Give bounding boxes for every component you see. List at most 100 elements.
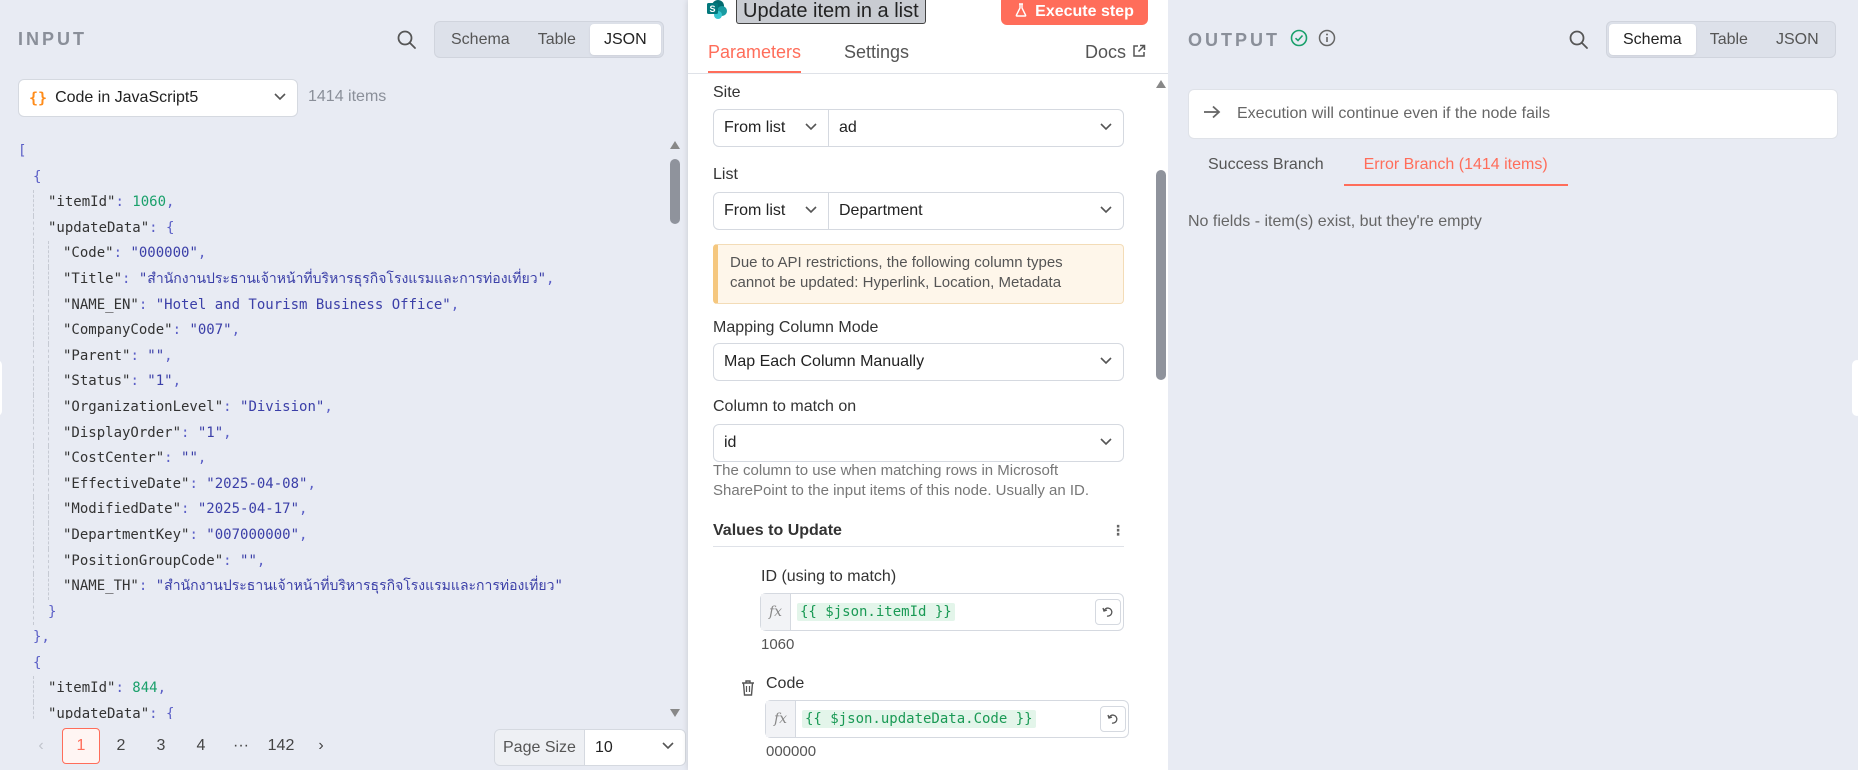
more-options-icon[interactable]: ⋮ [1111, 522, 1125, 539]
json-token-pun: , [172, 373, 182, 390]
indent-guide [33, 522, 48, 549]
indent-guide [33, 394, 48, 421]
right-resize-handle[interactable] [1852, 360, 1858, 416]
chevron-down-icon [1099, 119, 1113, 138]
input-tab-schema[interactable]: Schema [437, 24, 524, 55]
json-token-pun: , [299, 526, 308, 543]
output-view-switch: Schema Table JSON [1606, 21, 1836, 58]
docs-link[interactable]: Docs [1085, 42, 1146, 63]
scroll-thumb[interactable] [670, 159, 680, 224]
tab-error-branch[interactable]: Error Branch (1414 items) [1343, 152, 1568, 186]
open-expression-icon[interactable] [1100, 706, 1126, 732]
match-column-select[interactable]: id [713, 424, 1124, 462]
field-expression-id[interactable]: fx {{ $json.itemId }} [760, 593, 1124, 631]
input-panel: INPUT Schema Table JSON {} Code in JavaS… [0, 0, 688, 770]
pager-page-4[interactable]: 4 [182, 728, 220, 764]
open-expression-icon[interactable] [1095, 599, 1121, 625]
indent-guide [18, 549, 33, 575]
pager-page-1[interactable]: 1 [62, 728, 100, 764]
json-line: "CompanyCode": "007", [18, 318, 668, 344]
scroll-up-icon[interactable] [670, 141, 680, 149]
continue-on-fail-notice: Execution will continue even if the node… [1188, 89, 1838, 139]
indent-guide [33, 420, 48, 447]
execute-step-label: Execute step [1035, 3, 1134, 20]
json-line: "Status": "1", [18, 369, 668, 395]
mapping-mode-value-wrap: Map Each Column Manually [714, 344, 1123, 380]
indent-guide [18, 293, 33, 319]
indent-guide [48, 420, 63, 447]
pager-page-2[interactable]: 2 [102, 728, 140, 764]
tab-success-branch[interactable]: Success Branch [1188, 152, 1344, 186]
indent-guide [18, 344, 33, 370]
json-line: }, [18, 625, 668, 651]
json-token-pun: : [181, 424, 198, 441]
json-line: "DisplayOrder": "1", [18, 420, 668, 447]
json-token-str: "007" [189, 322, 232, 339]
indent-guide [48, 266, 63, 293]
scroll-up-icon[interactable] [1156, 80, 1166, 88]
input-scrollbar[interactable] [668, 139, 682, 719]
field-label-code: Code [766, 675, 805, 692]
left-resize-handle[interactable] [0, 360, 2, 416]
json-token-pun: , [166, 194, 175, 211]
indent-guide [48, 471, 63, 498]
node-name-input[interactable]: Update item in a list [736, 0, 926, 24]
json-token-key: "Parent" [63, 347, 131, 364]
empty-output-message: No fields - item(s) exist, but they're e… [1188, 213, 1482, 230]
json-token-pun: : [189, 526, 207, 543]
tab-settings[interactable]: Settings [844, 42, 909, 71]
output-search-icon[interactable] [1566, 27, 1592, 53]
indent-guide [18, 676, 33, 702]
json-token-pun: , [197, 450, 207, 467]
pager-page-last[interactable]: 142 [262, 728, 300, 764]
json-token-pun: : [223, 398, 241, 415]
pager-next-icon[interactable]: › [302, 728, 340, 764]
arrow-right-icon [1203, 105, 1221, 124]
json-token-pun: { [33, 654, 42, 671]
output-tab-table[interactable]: Table [1696, 24, 1762, 55]
output-tab-json[interactable]: JSON [1762, 24, 1833, 55]
input-node-select[interactable]: {} Code in JavaScript5 [18, 79, 298, 117]
field-label-id: ID (using to match) [761, 568, 897, 585]
json-viewer: [{"itemId": 1060, "updateData": {"Code": … [18, 139, 668, 719]
pager-page-3[interactable]: 3 [142, 728, 180, 764]
json-line: "NAME_TH": "สำนักงานประธานเจ้าหน้าที่บริ… [18, 574, 668, 600]
json-token-str: "สำนักงานประธานเจ้าหน้าที่บริหารธุรกิจโร… [138, 270, 547, 287]
list-mode-value: From list [724, 202, 786, 219]
indent-guide [18, 472, 33, 498]
trash-icon[interactable] [741, 680, 755, 701]
site-mode-select[interactable]: From list [714, 110, 829, 146]
chevron-down-icon [1099, 202, 1113, 221]
site-value-select[interactable]: ad [829, 110, 1123, 146]
json-token-pun: : { [149, 706, 175, 719]
indent-guide [18, 446, 33, 472]
pager-prev-icon[interactable]: ‹ [22, 728, 60, 764]
input-search-icon[interactable] [394, 27, 420, 53]
page-size-select[interactable]: Page Size 10 [494, 729, 686, 766]
indent-guide [18, 395, 33, 421]
json-token-key: "OrganizationLevel" [63, 398, 224, 415]
output-tab-schema[interactable]: Schema [1609, 24, 1696, 55]
json-line: } [18, 599, 668, 626]
list-field: From list Department [713, 192, 1124, 230]
indent-guide [18, 165, 33, 191]
field-expression-code[interactable]: fx {{ $json.updateData.Code }} [765, 700, 1129, 738]
execute-step-button[interactable]: Execute step [1001, 0, 1148, 25]
scroll-thumb[interactable] [1156, 170, 1166, 380]
json-token-pun: , [546, 270, 555, 287]
json-token-key: "Title" [63, 270, 123, 287]
info-icon[interactable] [1318, 29, 1336, 52]
list-value-select[interactable]: Department [829, 193, 1123, 229]
mapping-mode-select[interactable]: Map Each Column Manually [713, 343, 1124, 381]
page-size-value[interactable]: 10 [584, 730, 685, 765]
json-token-pun: : { [149, 219, 175, 236]
input-tab-json[interactable]: JSON [589, 24, 661, 55]
list-mode-select[interactable]: From list [714, 193, 829, 229]
pager-ellipsis[interactable]: ··· [222, 728, 260, 764]
list-label: List [713, 166, 738, 183]
input-tab-table[interactable]: Table [524, 24, 590, 55]
scroll-down-icon[interactable] [670, 709, 680, 717]
parameters-scrollbar[interactable] [1154, 75, 1168, 770]
json-line: "PositionGroupCode": "", [18, 548, 668, 575]
tab-parameters[interactable]: Parameters [708, 42, 802, 73]
